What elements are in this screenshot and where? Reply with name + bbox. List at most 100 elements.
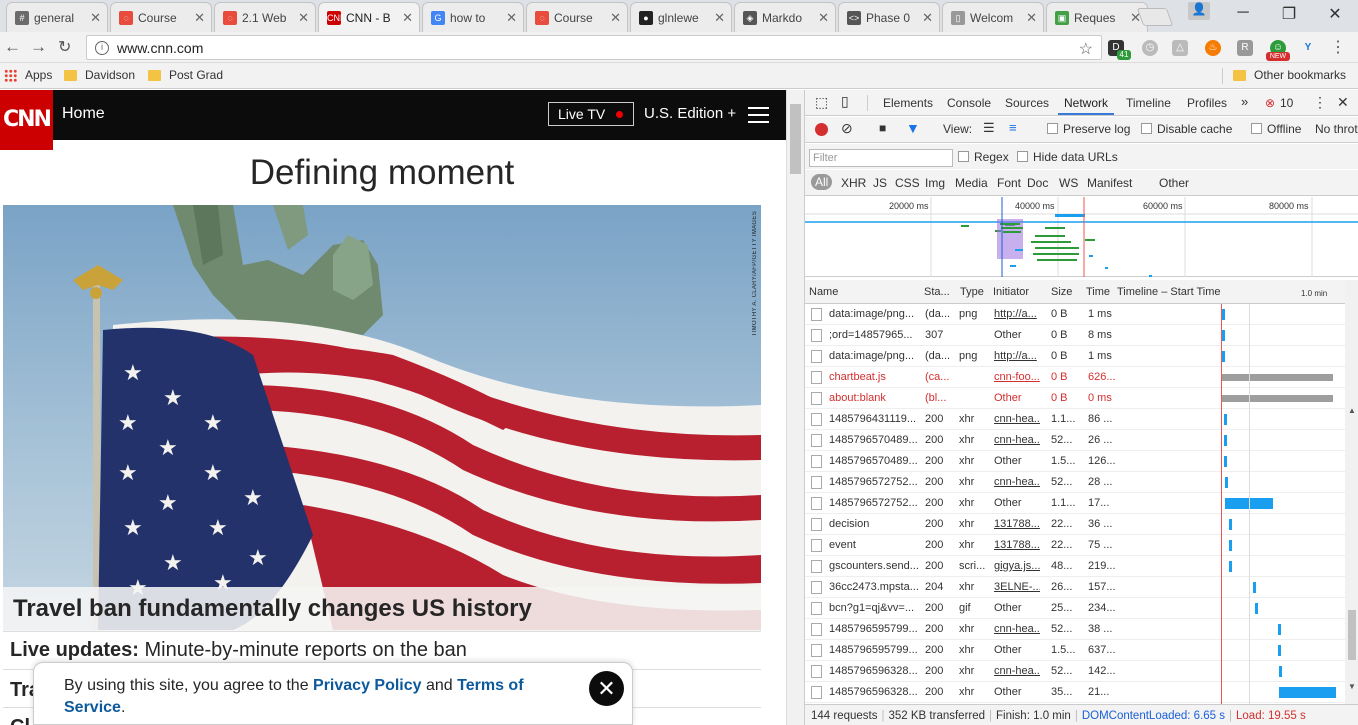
checkbox[interactable] bbox=[1141, 123, 1152, 134]
cnn-logo[interactable]: CNN bbox=[0, 90, 53, 150]
info-icon[interactable]: i bbox=[95, 40, 109, 55]
table-row[interactable]: event 200 xhr 131788... 22... 75 ... bbox=[805, 535, 1345, 556]
tab-timeline[interactable]: Timeline bbox=[1126, 96, 1171, 110]
cell-initiator[interactable]: cnn-foo... bbox=[994, 371, 1040, 383]
browser-tab[interactable]: <> Phase 0 ✕ bbox=[838, 2, 940, 32]
cell-initiator[interactable]: cnn-hea... bbox=[994, 623, 1040, 635]
browser-tab[interactable]: # general ✕ bbox=[6, 2, 108, 32]
throttle-select[interactable]: No throt bbox=[1315, 122, 1358, 136]
browser-tab[interactable]: Ghow to ✕ bbox=[422, 2, 524, 32]
extension-icon[interactable]: Y bbox=[1300, 40, 1316, 56]
table-row[interactable]: data:image/png... (da... png http://a... 0 B… bbox=[805, 346, 1345, 367]
table-row[interactable]: 1485796595799... 200 xhr cnn-hea... 52... 38 … bbox=[805, 619, 1345, 640]
offline-checkbox[interactable]: Offline bbox=[1251, 122, 1301, 136]
type-filter-manifest[interactable]: Manifest bbox=[1087, 176, 1132, 190]
cell-initiator[interactable]: cnn-hea... bbox=[994, 434, 1040, 446]
filter-icon[interactable]: ▼ bbox=[906, 120, 920, 136]
back-icon[interactable]: ← bbox=[4, 37, 21, 57]
checkbox[interactable] bbox=[1251, 123, 1262, 134]
browser-tab[interactable]: ◈ Markdo ✕ bbox=[734, 2, 836, 32]
error-icon[interactable]: ⊗ bbox=[1265, 96, 1275, 110]
table-row[interactable]: about:blank (bl... Other 0 B 0 ms bbox=[805, 388, 1345, 409]
profile-icon[interactable]: 👤 bbox=[1188, 2, 1210, 20]
type-filter-js[interactable]: JS bbox=[873, 176, 887, 190]
table-scrollbar[interactable]: ▲ ▼ bbox=[1345, 280, 1358, 704]
cell-initiator[interactable]: 131788... bbox=[994, 518, 1040, 530]
scrollbar-thumb[interactable] bbox=[1348, 610, 1356, 660]
browser-tab[interactable]: ◌ Course ✕ bbox=[110, 2, 212, 32]
table-row[interactable]: data:image/png... (da... png http://a... 0 B… bbox=[805, 304, 1345, 325]
table-row[interactable]: gscounters.send... 200 scri... gigya.js... 4… bbox=[805, 556, 1345, 577]
type-filter-font[interactable]: Font bbox=[997, 176, 1021, 190]
chrome-menu-icon[interactable]: ⋮ bbox=[1330, 40, 1346, 56]
col-size[interactable]: Size bbox=[1051, 286, 1072, 298]
forward-icon[interactable]: → bbox=[30, 37, 47, 57]
close-tab-icon[interactable]: ✕ bbox=[922, 10, 933, 26]
terms-link[interactable]: Service bbox=[64, 699, 121, 716]
minimize-button[interactable]: ─ bbox=[1228, 4, 1258, 22]
checkbox[interactable] bbox=[1047, 123, 1058, 134]
close-devtools-icon[interactable]: ✕ bbox=[1337, 94, 1349, 111]
col-timeline[interactable]: Timeline – Start Time bbox=[1117, 286, 1221, 298]
close-tab-icon[interactable]: ✕ bbox=[298, 10, 309, 26]
scroll-down-icon[interactable]: ▼ bbox=[1348, 682, 1356, 691]
extension-icon[interactable]: ◷ bbox=[1142, 40, 1158, 56]
hero-image[interactable]: ★★★ ★★★ ★★★ ★★★ ★★★ TIMOTHY A. CLARY/AFP… bbox=[3, 205, 761, 630]
type-filter-xhr[interactable]: XHR bbox=[841, 176, 866, 190]
other-bookmarks[interactable]: Other bookmarks bbox=[1233, 68, 1346, 82]
tab-profiles[interactable]: Profiles bbox=[1187, 96, 1227, 110]
close-tab-icon[interactable]: ✕ bbox=[1026, 10, 1037, 26]
preserve-log-checkbox[interactable]: Preserve log bbox=[1047, 122, 1130, 136]
device-toolbar-icon[interactable]: ▯ bbox=[841, 93, 849, 110]
apps-bookmark[interactable]: Apps bbox=[4, 68, 52, 82]
table-row[interactable]: ;ord=14857965... 307 Other 0 B 8 ms bbox=[805, 325, 1345, 346]
close-tab-icon[interactable]: ✕ bbox=[194, 10, 205, 26]
new-tab-button[interactable] bbox=[1136, 8, 1174, 26]
tab-elements[interactable]: Elements bbox=[883, 96, 933, 110]
tab-network[interactable]: Network bbox=[1057, 96, 1115, 115]
close-tab-icon[interactable]: ✕ bbox=[402, 10, 413, 26]
table-row[interactable]: chartbeat.js (ca... cnn-foo... 0 B 626... bbox=[805, 367, 1345, 388]
table-row[interactable]: 36cc2473.mpsta... 204 xhr 3ELNE-... 26... 157… bbox=[805, 577, 1345, 598]
table-row[interactable]: 1485796570489... 200 xhr Other 1.5... 126... bbox=[805, 451, 1345, 472]
browser-tab[interactable]: ◌ 2.1 Web ✕ bbox=[214, 2, 316, 32]
cell-initiator[interactable]: gigya.js... bbox=[994, 560, 1040, 572]
table-row[interactable]: decision 200 xhr 131788... 22... 36 ... bbox=[805, 514, 1345, 535]
headline[interactable]: Defining moment bbox=[0, 153, 764, 193]
type-filter-ws[interactable]: WS bbox=[1059, 176, 1078, 190]
close-tab-icon[interactable]: ✕ bbox=[90, 10, 101, 26]
cell-initiator[interactable]: 131788... bbox=[994, 539, 1040, 551]
type-filter-doc[interactable]: Doc bbox=[1027, 176, 1048, 190]
bookmark-post-grad[interactable]: Post Grad bbox=[148, 68, 223, 82]
privacy-policy-link[interactable]: Privacy Policy bbox=[313, 677, 422, 694]
live-updates-link[interactable]: Live updates: Minute-by-minute reports o… bbox=[10, 639, 467, 662]
scrollbar-thumb[interactable] bbox=[790, 104, 801, 174]
waterfall-icon[interactable]: ≡ bbox=[1009, 120, 1017, 135]
cell-initiator[interactable]: http://a... bbox=[994, 350, 1040, 362]
cell-initiator[interactable]: cnn-hea... bbox=[994, 413, 1040, 425]
reload-icon[interactable]: ↻ bbox=[58, 37, 71, 57]
close-tab-icon[interactable]: ✕ bbox=[506, 10, 517, 26]
close-window-button[interactable]: ✕ bbox=[1320, 4, 1350, 24]
maximize-button[interactable]: ❐ bbox=[1274, 4, 1304, 24]
hero-caption[interactable]: Travel ban fundamentally changes US hist… bbox=[3, 587, 761, 631]
type-filter-media[interactable]: Media bbox=[955, 176, 988, 190]
live-tv-button[interactable]: Live TV bbox=[548, 102, 634, 126]
home-link[interactable]: Home bbox=[62, 105, 105, 123]
type-filter-all[interactable]: All bbox=[811, 174, 833, 190]
type-filter-img[interactable]: Img bbox=[925, 176, 945, 190]
col-time[interactable]: Time bbox=[1086, 286, 1110, 298]
table-row[interactable]: 1485796570489... 200 xhr cnn-hea... 52... 26 … bbox=[805, 430, 1345, 451]
col-status[interactable]: Sta... bbox=[924, 286, 950, 298]
more-tabs-icon[interactable]: » bbox=[1241, 94, 1248, 109]
error-count[interactable]: 10 bbox=[1280, 96, 1293, 110]
checkbox[interactable] bbox=[1017, 151, 1028, 162]
tab-sources[interactable]: Sources bbox=[1005, 96, 1049, 110]
close-tab-icon[interactable]: ✕ bbox=[610, 10, 621, 26]
inspect-icon[interactable]: ⬚ bbox=[815, 94, 828, 111]
close-tab-icon[interactable]: ✕ bbox=[714, 10, 725, 26]
tab-console[interactable]: Console bbox=[947, 96, 991, 110]
table-row[interactable]: 1485796596328... 200 xhr cnn-hea... 52... 142… bbox=[805, 661, 1345, 682]
drive-icon[interactable]: △ bbox=[1172, 40, 1188, 56]
close-tab-icon[interactable]: ✕ bbox=[818, 10, 829, 26]
